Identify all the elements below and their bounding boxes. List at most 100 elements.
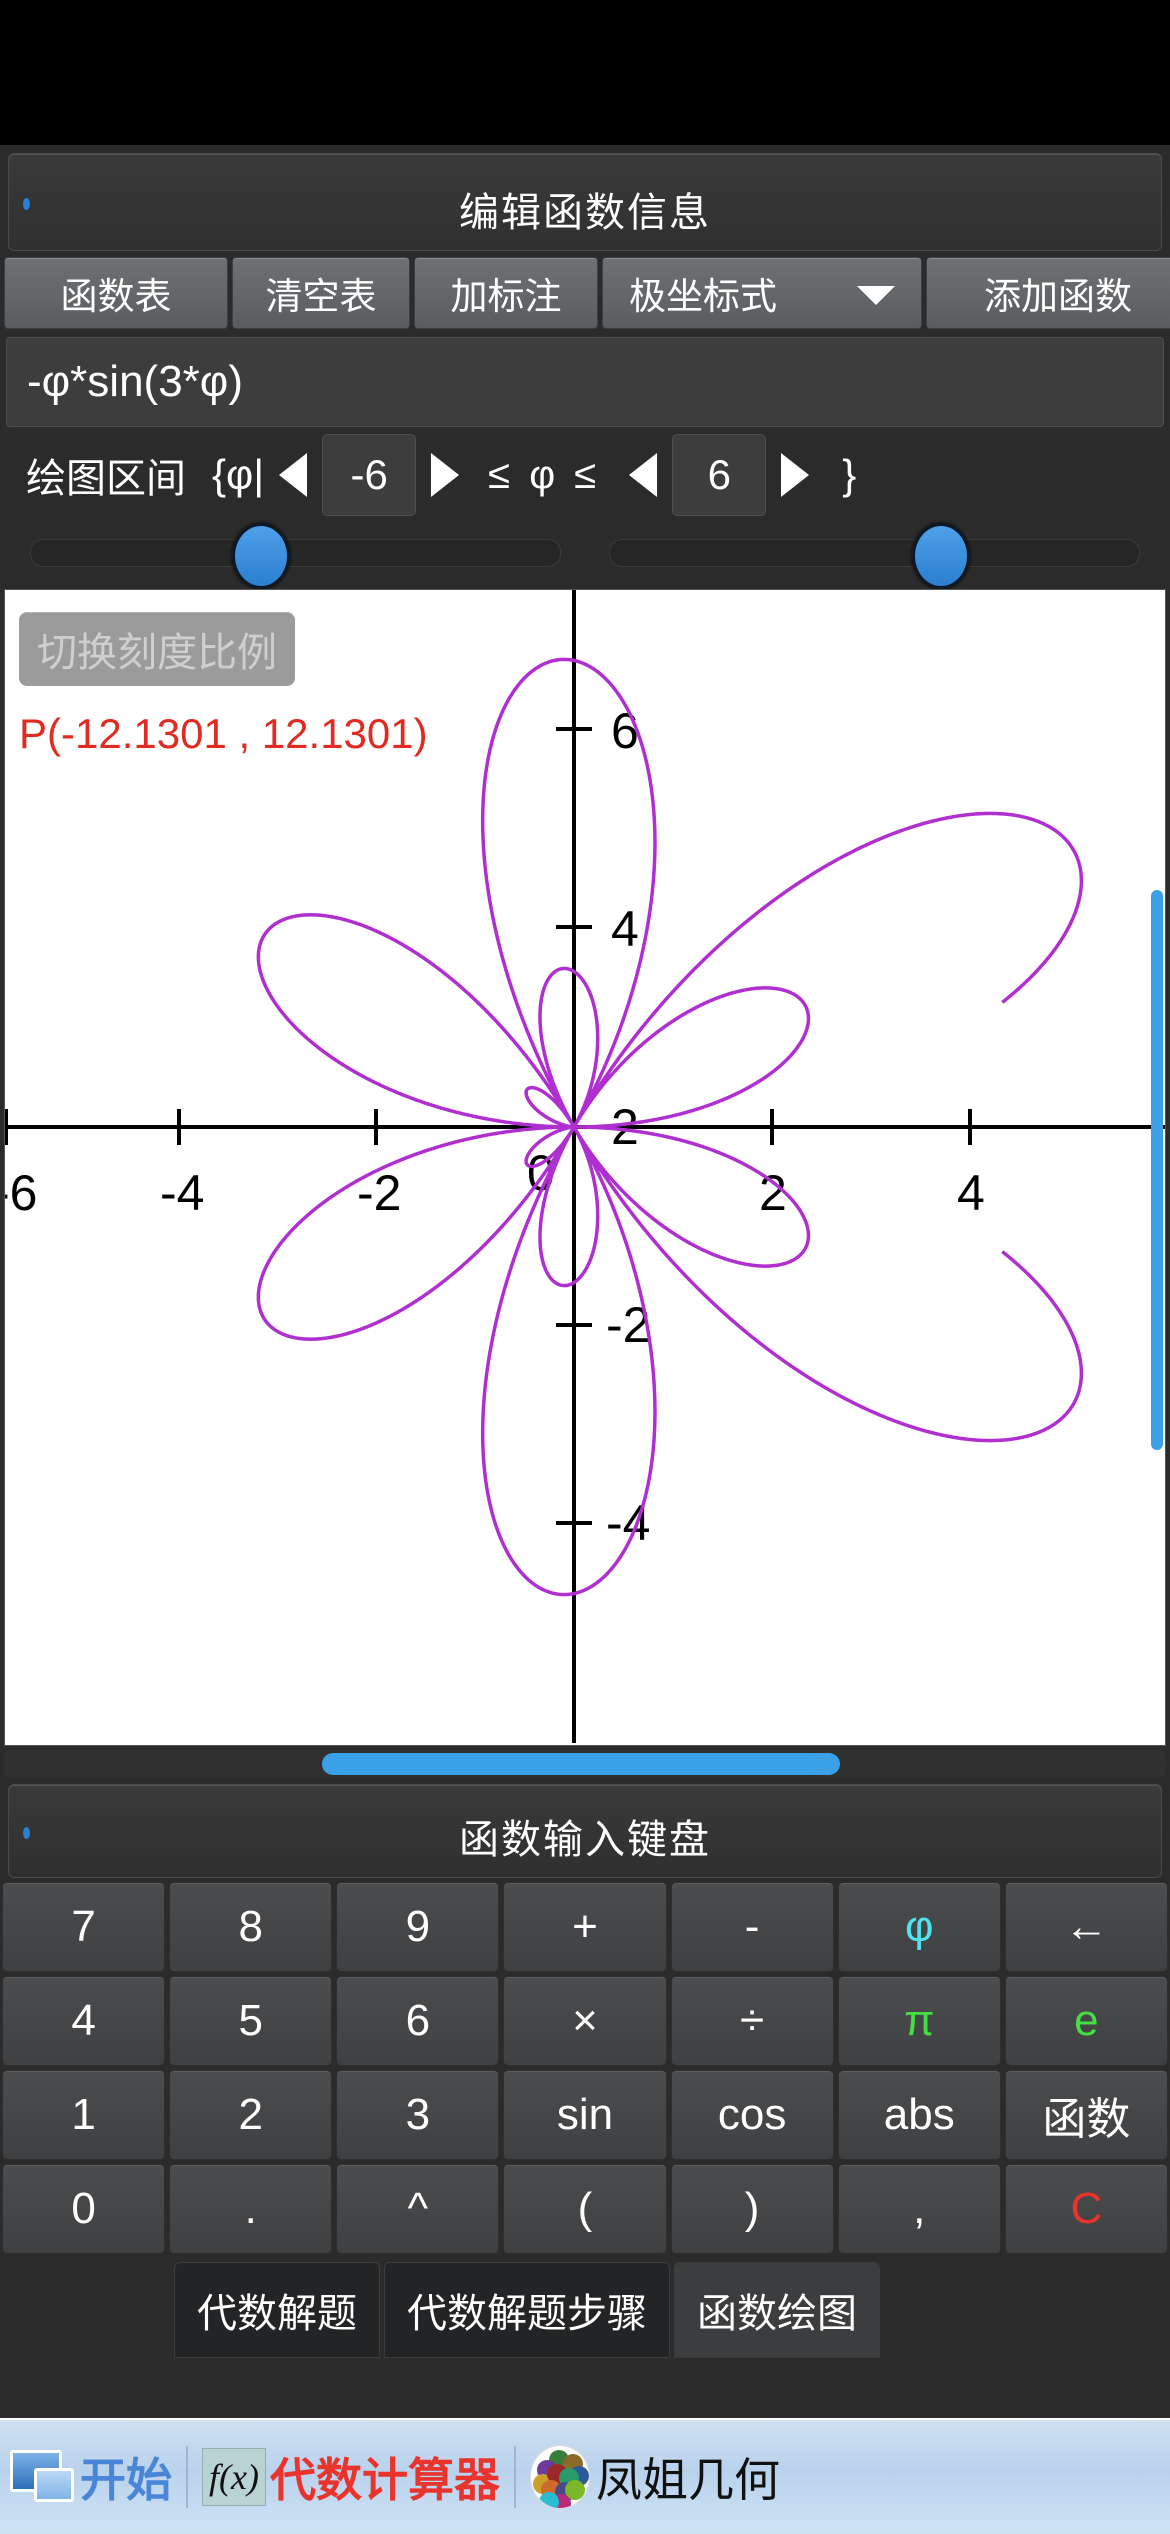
key-0[interactable]: 0 bbox=[2, 2164, 166, 2254]
key-.[interactable]: . bbox=[169, 2164, 333, 2254]
svg-text:4: 4 bbox=[611, 901, 639, 957]
key-C[interactable]: C bbox=[1004, 2164, 1168, 2254]
start-button[interactable]: 开始 bbox=[0, 2420, 182, 2534]
flower-petal bbox=[539, 2492, 559, 2508]
triangle-right-icon bbox=[431, 453, 460, 497]
range-min-slider[interactable] bbox=[30, 523, 561, 589]
graph-canvas[interactable]: 6 4 2 -2 -4 -6 -4 -2 0 2 4 切换刻度比例 P(-12.… bbox=[4, 589, 1166, 1746]
taskbar-item-geometry-label: 凤姐几何 bbox=[596, 2454, 780, 2506]
range-open-brace: {φ| bbox=[212, 451, 265, 498]
chevron-down-icon bbox=[857, 286, 895, 305]
key-4[interactable]: 4 bbox=[2, 1976, 166, 2066]
range-max-slider[interactable] bbox=[609, 523, 1140, 589]
keypad-row: 1 2 3 sin cos abs 函数 bbox=[2, 2070, 1168, 2160]
svg-text:-2: -2 bbox=[357, 1165, 401, 1221]
windows-taskbar: 开始 f(x) 代数计算器 凤姐几何 bbox=[0, 2418, 1170, 2534]
range-sliders bbox=[0, 519, 1170, 589]
key-^[interactable]: ^ bbox=[336, 2164, 500, 2254]
key-φ[interactable]: φ bbox=[837, 1882, 1001, 1972]
fx-icon: f(x) bbox=[202, 2448, 266, 2506]
keyboard-titlebar: 函数输入键盘 bbox=[8, 1784, 1162, 1878]
start-button-label: 开始 bbox=[80, 2454, 172, 2506]
range-inequality-label: ≤ φ ≤ bbox=[488, 452, 601, 497]
screen: 编辑函数信息 函数表 清空表 加标注 极坐标式 添加函数 -φ*sin(3*φ)… bbox=[0, 0, 1170, 2534]
polar-plot-svg: 6 4 2 -2 -4 -6 -4 -2 0 2 4 bbox=[5, 590, 1165, 1743]
keyboard-title: 函数输入键盘 bbox=[459, 1818, 711, 1862]
range-min-input[interactable]: -6 bbox=[322, 434, 417, 516]
range-min-decrement-button[interactable] bbox=[264, 453, 322, 497]
keypad-row: 7 8 9 + - φ ← bbox=[2, 1882, 1168, 1972]
add-annotation-button[interactable]: 加标注 bbox=[414, 257, 598, 329]
function-keypad: 7 8 9 + - φ ← 4 5 6 × ÷ π e 1 2 3 sin cos abs 函数 0. ^(), C bbox=[0, 1878, 1170, 2254]
taskbar-item-algebra-calculator[interactable]: f(x) 代数计算器 bbox=[192, 2420, 510, 2534]
status-bar-area bbox=[0, 0, 1170, 145]
key-5[interactable]: 5 bbox=[169, 1976, 333, 2066]
range-close-brace: } bbox=[842, 451, 857, 498]
key-×[interactable]: × bbox=[503, 1976, 667, 2066]
range-max-increment-button[interactable] bbox=[766, 453, 824, 497]
bottom-tabbar: 代数解题 代数解题步骤 函数绘图 bbox=[0, 2258, 1170, 2358]
flower-icon bbox=[530, 2445, 590, 2509]
triangle-left-icon bbox=[279, 453, 308, 497]
triangle-left-icon bbox=[629, 453, 658, 497]
range-max-decrement-button[interactable] bbox=[614, 453, 672, 497]
plot-range-row: 绘图区间 {φ| -6 ≤ φ ≤ 6 } bbox=[0, 431, 1170, 519]
formula-input[interactable]: -φ*sin(3*φ) bbox=[6, 337, 1164, 427]
key-函数[interactable]: 函数 bbox=[1004, 2070, 1168, 2160]
taskbar-item-algebra-calculator-label: 代数计算器 bbox=[270, 2454, 500, 2506]
tabbar-spacer bbox=[884, 2262, 1058, 2358]
taskbar-separator bbox=[186, 2446, 188, 2508]
taskbar-separator bbox=[514, 2446, 516, 2508]
graph-horizontal-scrollbar[interactable] bbox=[4, 1750, 1166, 1778]
key-)[interactable]: ) bbox=[670, 2164, 834, 2254]
svg-text:6: 6 bbox=[611, 703, 639, 759]
svg-text:-6: -6 bbox=[5, 1165, 37, 1221]
svg-text:4: 4 bbox=[957, 1165, 985, 1221]
taskbar-item-geometry[interactable]: 凤姐几何 bbox=[520, 2420, 790, 2534]
range-min-slider-thumb[interactable] bbox=[232, 523, 291, 589]
range-min-increment-button[interactable] bbox=[416, 453, 474, 497]
app-window: 编辑函数信息 函数表 清空表 加标注 极坐标式 添加函数 -φ*sin(3*φ)… bbox=[0, 145, 1170, 2418]
desktop-icon bbox=[10, 2450, 74, 2504]
plot-range-label: 绘图区间 bbox=[26, 457, 186, 501]
keypad-row: 4 5 6 × ÷ π e bbox=[2, 1976, 1168, 2066]
graph-horizontal-scrollbar-thumb[interactable] bbox=[322, 1753, 840, 1775]
key-÷[interactable]: ÷ bbox=[670, 1976, 834, 2066]
coordinate-mode-label: 极坐标式 bbox=[629, 276, 777, 317]
key-,[interactable]: , bbox=[837, 2164, 1001, 2254]
key--[interactable]: - bbox=[670, 1882, 834, 1972]
key-8[interactable]: 8 bbox=[169, 1882, 333, 1972]
clear-table-button[interactable]: 清空表 bbox=[232, 257, 410, 329]
tab-2[interactable]: 函数绘图 bbox=[674, 2262, 880, 2358]
coordinate-mode-select[interactable]: 极坐标式 bbox=[602, 257, 922, 329]
key-e[interactable]: e bbox=[1004, 1976, 1168, 2066]
key-7[interactable]: 7 bbox=[2, 1882, 166, 1972]
add-function-button[interactable]: 添加函数 bbox=[926, 257, 1170, 329]
key-2[interactable]: 2 bbox=[169, 2070, 333, 2160]
tab-0[interactable]: 代数解题 bbox=[174, 2262, 380, 2358]
svg-text:-4: -4 bbox=[160, 1165, 204, 1221]
key-([interactable]: ( bbox=[503, 2164, 667, 2254]
key-cos[interactable]: cos bbox=[670, 2070, 834, 2160]
key-sin[interactable]: sin bbox=[503, 2070, 667, 2160]
key-9[interactable]: 9 bbox=[336, 1882, 500, 1972]
key-←[interactable]: ← bbox=[1004, 1882, 1168, 1972]
key-6[interactable]: 6 bbox=[336, 1976, 500, 2066]
keypad-row: 0. ^(), C bbox=[2, 2164, 1168, 2254]
tab-1[interactable]: 代数解题步骤 bbox=[384, 2262, 670, 2358]
key-abs[interactable]: abs bbox=[837, 2070, 1001, 2160]
key-+[interactable]: + bbox=[503, 1882, 667, 1972]
function-table-button[interactable]: 函数表 bbox=[4, 257, 228, 329]
toolbar: 函数表 清空表 加标注 极坐标式 添加函数 bbox=[4, 257, 1170, 329]
key-π[interactable]: π bbox=[837, 1976, 1001, 2066]
graph-vertical-scrollbar[interactable] bbox=[1151, 890, 1163, 1450]
range-max-slider-thumb[interactable] bbox=[911, 523, 970, 589]
toggle-scale-button[interactable]: 切换刻度比例 bbox=[19, 612, 295, 686]
point-coordinate-label: P(-12.1301 , 12.1301) bbox=[19, 710, 428, 757]
range-max-input[interactable]: 6 bbox=[672, 434, 767, 516]
key-3[interactable]: 3 bbox=[336, 2070, 500, 2160]
tabbar-spacer bbox=[0, 2262, 174, 2358]
triangle-right-icon bbox=[781, 453, 810, 497]
key-1[interactable]: 1 bbox=[2, 2070, 166, 2160]
page-title: 编辑函数信息 bbox=[459, 191, 711, 235]
